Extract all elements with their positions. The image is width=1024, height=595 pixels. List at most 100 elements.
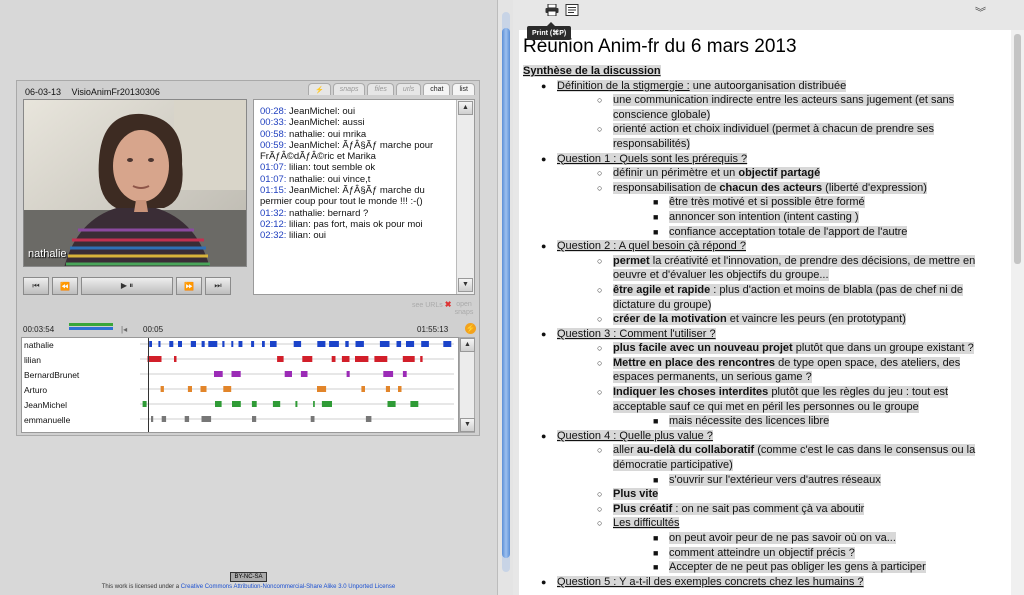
speech-segment (232, 401, 241, 407)
tab-list[interactable]: list (452, 83, 475, 95)
elapsed-time: 00:03:54 (23, 325, 55, 334)
speech-segment (223, 386, 232, 392)
document-pane: ︾ Réunion Anim-fr du 6 mars 2013 Synthès… (513, 0, 1024, 595)
list-item: ○ Plus vite (597, 488, 659, 501)
pane-splitter[interactable] (497, 0, 513, 595)
session-date: 06-03-13 (25, 87, 62, 97)
scrollbar-thumb[interactable] (1014, 34, 1021, 264)
chat-message: 01:07: lilian: tout semble ok (260, 162, 376, 174)
speech-segment (161, 416, 167, 422)
list-item: ○ Les difficultés ■ on peut avoir peur de … (593, 516, 993, 574)
tab-chat[interactable]: chat (423, 83, 451, 95)
webcam-image (24, 100, 246, 266)
speech-segment (262, 341, 265, 347)
fast-forward-button[interactable]: ⏩ (176, 277, 202, 295)
timeline-start-marker-icon: |◂ (121, 325, 128, 334)
speech-segment (361, 386, 365, 392)
notes-icon[interactable] (565, 4, 579, 16)
speech-segment (160, 386, 164, 392)
splitter-handle[interactable] (502, 28, 510, 558)
license-link[interactable]: Creative Commons Attribution-Noncommerci… (181, 584, 395, 590)
player-actions: see URLs ✖ open snaps (17, 299, 479, 321)
speech-segment (142, 401, 147, 407)
speech-segment (200, 386, 207, 392)
skip-start-button[interactable]: ⏮ (23, 277, 49, 295)
chat-scrollbar[interactable]: ▲ ▼ (456, 100, 474, 294)
list-item: ○ Mettre en place des rencontres de type … (597, 356, 961, 384)
speech-segment (169, 341, 174, 347)
speech-segment (310, 416, 315, 422)
visio-player: 06-03-13 VisioAnimFr20130306 ⚡ snaps fil… (16, 80, 480, 436)
participant-timeline[interactable]: nathalie lilian BernardBrunet Arturo Jea… (21, 337, 459, 433)
speech-segment (295, 401, 298, 407)
see-urls-button[interactable]: see URLs ✖ (412, 301, 451, 310)
list-item: ○ Plus créatif : on ne sait pas comment ç… (597, 502, 865, 515)
speech-segment (313, 401, 315, 407)
playhead[interactable] (148, 338, 149, 432)
list-item: ■ confiance acceptation totale de l'appor… (653, 225, 908, 238)
tab-files[interactable]: files (367, 83, 394, 95)
scroll-up-icon[interactable]: ▲ (460, 338, 475, 352)
timeline-scrollbar[interactable]: ▲ ▼ (459, 337, 475, 433)
document-scrollbar[interactable] (1011, 30, 1024, 595)
list-item: ○ plus facile avec un nouveau projet plut… (597, 342, 974, 355)
list-item: ○ créer de la motivation et vaincre les p… (597, 313, 906, 326)
list-item: ○ aller au-delà du collaboratif (comme c'… (593, 443, 993, 487)
chat-panel: 00:28: JeanMichel: oui 00:33: JeanMichel… (253, 99, 475, 295)
list-item: ■ comment atteindre un objectif précis ? (653, 546, 855, 559)
speech-segment (238, 341, 243, 347)
speech-segment (252, 416, 257, 422)
speech-segment (365, 416, 372, 422)
document-page[interactable]: Réunion Anim-fr du 6 mars 2013 Synthèse … (519, 30, 1011, 595)
play-pause-button[interactable]: ▶ ⏸ (81, 277, 173, 295)
speech-segment (321, 401, 332, 407)
timeline-end: 01:55:13 (417, 325, 449, 334)
scroll-down-icon[interactable]: ▼ (460, 418, 475, 432)
speech-segment (147, 356, 162, 362)
list-item: ○ permet la créativité et l'innovation, d… (597, 254, 976, 282)
speech-segment (158, 341, 161, 347)
lightning-icon[interactable]: ⚡ (465, 323, 476, 334)
speech-segment (293, 341, 302, 347)
speech-segment (443, 341, 452, 347)
speech-segment (231, 371, 241, 377)
collapse-toolbar-icon[interactable]: ︾ (975, 4, 986, 20)
scroll-down-icon[interactable]: ▼ (458, 278, 473, 292)
doc-toolbar: ︾ (513, 0, 1024, 24)
speech-segment (184, 416, 190, 422)
skip-end-button[interactable]: ⏭ (205, 277, 231, 295)
tab-lightning[interactable]: ⚡ (308, 83, 331, 95)
speech-segment (201, 341, 205, 347)
speech-segment (317, 341, 326, 347)
chat-log: 00:28: JeanMichel: oui 00:33: JeanMichel… (260, 106, 452, 242)
printer-icon[interactable] (545, 4, 559, 16)
speech-segment (174, 356, 177, 362)
list-item: ■ être très motivé et si possible être fo… (653, 196, 865, 209)
timeline-header: 00:03:54 |◂ 00:05 01:55:13 ⚡ (21, 323, 477, 337)
list-item: ○ définir un périmètre et un objectif par… (597, 167, 821, 180)
scroll-up-icon[interactable]: ▲ (458, 101, 473, 115)
tab-snaps[interactable]: snaps (332, 83, 366, 95)
rewind-button[interactable]: ⏪ (52, 277, 78, 295)
speech-segment (215, 401, 222, 407)
chat-message: 00:28: JeanMichel: oui (260, 106, 356, 117)
cc-license-badge[interactable]: BY-NC-SA (230, 572, 267, 582)
speech-segment (214, 371, 223, 377)
chat-message: 02:12: lilian: pas fort, mais ok pour mo… (260, 218, 423, 230)
chat-message: 00:33: JeanMichel: aussi (260, 117, 365, 129)
chat-message: 01:32: nathalie: bernard ? (260, 207, 369, 219)
chat-message: 00:59: JeanMichel: ÃƒÂ§Ãƒ marche pour Fr… (260, 139, 434, 163)
tab-urls[interactable]: urls (395, 83, 422, 95)
speech-segment (284, 371, 292, 377)
speech-segment (374, 356, 388, 362)
document-body: Synthèse de la discussion ● Définition de… (523, 64, 993, 589)
open-snaps-button[interactable]: open snaps (449, 301, 479, 317)
list-item: ● Question 5 : Y a-t-il des exemples conc… (541, 575, 864, 588)
speech-segment (398, 386, 402, 392)
speech-segment (300, 371, 308, 377)
speech-segment (385, 386, 390, 392)
player-tabs: ⚡ snaps files urls chat list (308, 83, 475, 95)
chat-message: 00:58: nathalie: oui mrika (260, 128, 367, 140)
speech-segment (331, 356, 336, 362)
speech-segment (208, 341, 218, 347)
